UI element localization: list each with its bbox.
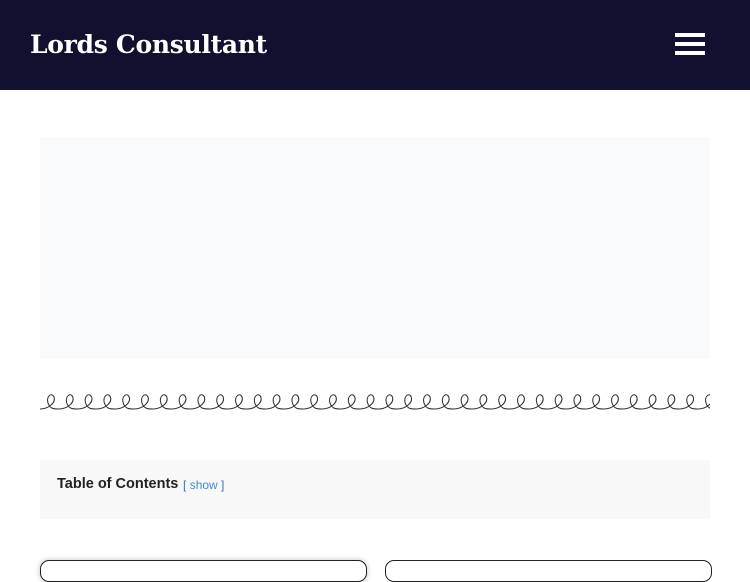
menu-bar [675, 33, 705, 37]
menu-bar [675, 42, 705, 46]
content-card-right[interactable] [385, 560, 712, 582]
table-of-contents: Table of Contents [ show ] [40, 460, 710, 519]
site-title-link[interactable]: Lords Consultant [30, 28, 267, 62]
toc-open-bracket: [ [183, 478, 187, 492]
site-header: Lords Consultant [0, 0, 750, 90]
toc-toggle: [ show ] [183, 478, 224, 492]
content-card-left[interactable] [40, 560, 367, 582]
squiggle-line [40, 394, 710, 410]
ad-placeholder [40, 137, 710, 359]
toc-title: Table of Contents [57, 476, 179, 492]
hamburger-menu-icon[interactable] [668, 28, 712, 62]
squiggle-divider [40, 394, 710, 410]
menu-bar [675, 51, 705, 55]
toc-show-link[interactable]: show [190, 478, 218, 492]
toc-close-bracket: ] [221, 478, 225, 492]
